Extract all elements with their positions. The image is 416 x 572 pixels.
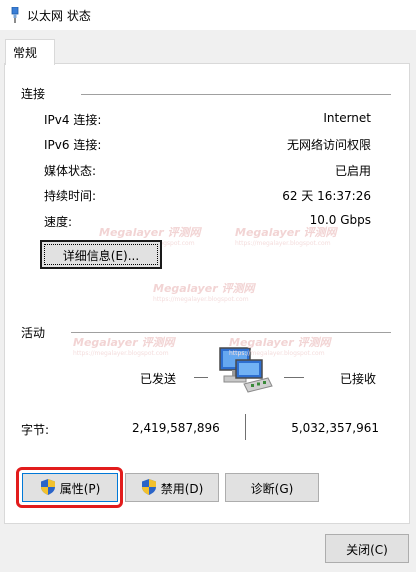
ipv6-label: IPv6 连接: (44, 138, 102, 152)
watermark: Megalayer 评测网https://megalayer.blogspot.… (73, 336, 175, 357)
speed-label: 速度: (44, 215, 73, 229)
details-button-label: 详细信息(E)... (62, 249, 140, 263)
bytes-received-value: 5,032,357,961 (291, 421, 379, 435)
details-button[interactable]: 详细信息(E)... (40, 240, 162, 269)
bytes-sent-value: 2,419,587,896 (132, 421, 220, 435)
bytes-separator (245, 414, 246, 440)
ipv6-value: 无网络访问权限 (286, 138, 371, 152)
close-button[interactable]: 关闭(C) (325, 534, 409, 563)
watermark: Megalayer 评测网https://megalayer.blogspot.… (153, 282, 255, 303)
bytes-label: 字节: (21, 423, 50, 437)
sent-label: 已发送 (140, 372, 177, 386)
duration-value: 62 天 16:37:26 (282, 189, 371, 203)
received-dash (284, 377, 304, 378)
highlight-box (16, 467, 123, 508)
watermark: Megalayer 评测网https://megalayer.blogspot.… (229, 336, 331, 357)
connection-divider (81, 94, 391, 95)
disable-button[interactable]: 禁用(D) (125, 473, 219, 502)
disable-button-label: 禁用(D) (160, 482, 204, 496)
close-button-label: 关闭(C) (346, 543, 388, 557)
general-panel: 连接 IPv4 连接: Internet IPv6 连接: 无网络访问权限 媒体… (4, 63, 410, 524)
connection-heading: 连接 (21, 85, 52, 102)
media-state-value: 已启用 (334, 164, 371, 178)
received-label: 已接收 (339, 372, 376, 386)
activity-divider (71, 332, 391, 333)
duration-label: 持续时间: (44, 189, 97, 203)
diagnose-button-label: 诊断(G) (250, 482, 294, 496)
tab-general-label: 常规 (13, 46, 38, 60)
activity-heading: 活动 (21, 324, 52, 341)
ipv4-value: Internet (323, 111, 371, 125)
ethernet-adapter-icon (11, 7, 19, 23)
ipv4-label: IPv4 连接: (44, 113, 102, 127)
tab-general[interactable]: 常规 (5, 39, 55, 65)
diagnose-button[interactable]: 诊断(G) (225, 473, 319, 502)
media-state-label: 媒体状态: (44, 164, 97, 178)
watermark: Megalayer 评测网https://megalayer.blogspot.… (235, 226, 337, 247)
title-bar: 以太网 状态 (0, 0, 416, 30)
window-title: 以太网 状态 (27, 9, 91, 23)
sent-dash (194, 377, 208, 378)
